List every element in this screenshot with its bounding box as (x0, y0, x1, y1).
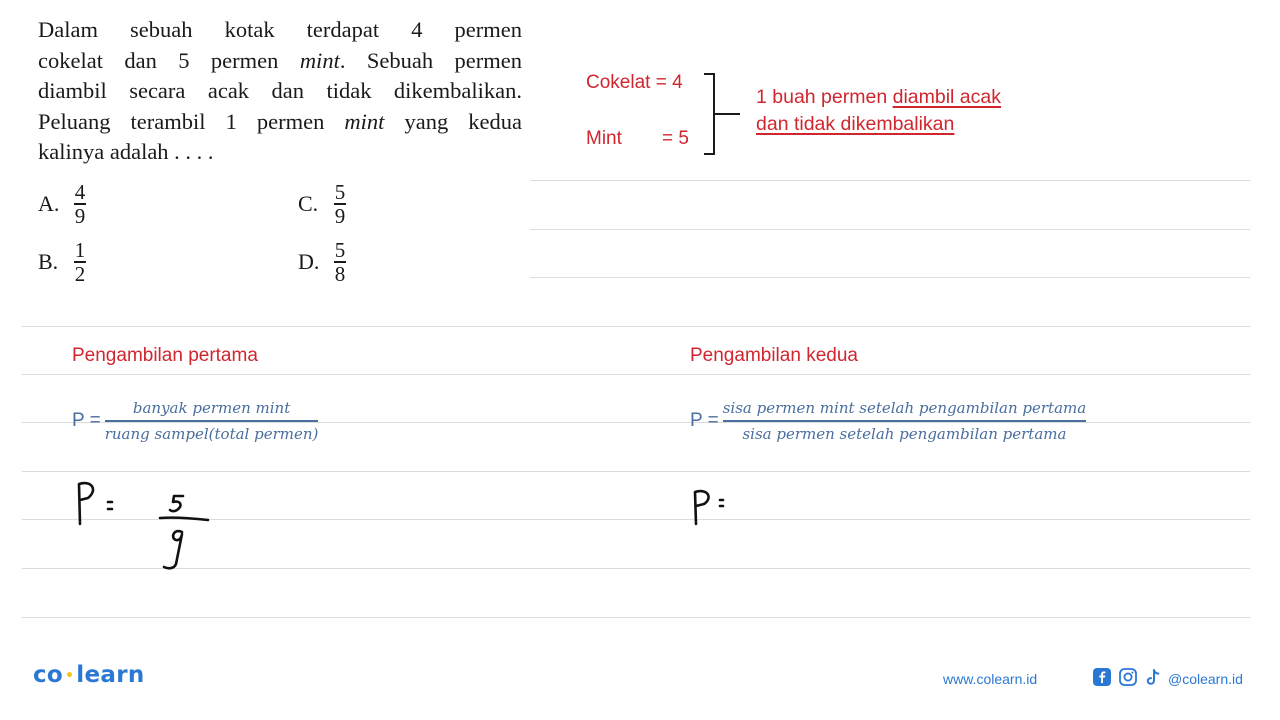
logo-text: learn (76, 662, 145, 688)
social-icons (1093, 668, 1161, 686)
fraction-denominator: 9 (74, 203, 86, 228)
question-line: cokelat dan 5 permen mint. Sebuah permen (38, 46, 522, 77)
handwritten-fraction-bar (158, 516, 210, 522)
option-c[interactable]: C. 5 9 (298, 182, 346, 226)
ruled-line (530, 180, 1250, 181)
handwritten-p (693, 489, 710, 526)
second-draw-title: Pengambilan kedua (690, 345, 858, 366)
fraction-numerator: 5 (334, 238, 346, 262)
question-line: Peluang terambil 1 permen mint yang kedu… (38, 107, 522, 138)
formula-fraction: sisa permen mint setelah pengambilan per… (722, 397, 1087, 445)
formula-bar (104, 420, 319, 422)
ruled-line (22, 471, 1250, 472)
option-fraction: 5 8 (334, 240, 346, 284)
formula-denominator: ruang sampel(total permen) (104, 424, 319, 443)
question-text: Dalam sebuah kotak terdapat 4 permen cok… (38, 15, 522, 168)
option-a[interactable]: A. 4 9 (38, 182, 86, 226)
instagram-icon[interactable] (1119, 668, 1137, 686)
fraction-denominator: 9 (334, 203, 346, 228)
facebook-icon[interactable] (1093, 668, 1111, 686)
handwritten-numerator-5 (168, 494, 185, 513)
website-link[interactable]: www.colearn.id (943, 671, 1037, 687)
fraction-denominator: 2 (74, 261, 86, 286)
question-fragment: Peluang terambil 1 permen (38, 108, 345, 134)
first-draw-title: Pengambilan pertama (72, 345, 258, 366)
option-letter: D. (298, 248, 320, 274)
handwritten-denominator-9 (162, 529, 184, 570)
ruled-line (22, 617, 1250, 618)
question-fragment: yang kedua (384, 108, 522, 134)
fraction-numerator: 5 (334, 180, 346, 204)
formula-fraction: banyak permen mint ruang sampel(total pe… (104, 397, 319, 445)
formula-p-label: P = (690, 409, 719, 431)
bracket-brace-icon (704, 73, 740, 155)
question-fragment-italic: mint (344, 108, 385, 134)
fraction-numerator: 1 (74, 238, 86, 262)
logo-text: co (33, 662, 64, 688)
formula-numerator: banyak permen mint (132, 399, 291, 417)
ruled-line (22, 326, 1250, 327)
handwritten-p (77, 481, 95, 526)
formula-numerator: sisa permen mint setelah pengambilan per… (722, 399, 1087, 417)
note-underlined: diambil acak (892, 86, 1001, 108)
ruled-line (22, 374, 1250, 375)
tiktok-icon[interactable] (1145, 668, 1161, 686)
cokelat-count: Cokelat = 4 (586, 72, 683, 93)
option-d[interactable]: D. 5 8 (298, 240, 346, 284)
ruled-line (530, 277, 1250, 278)
colearn-logo: co •learn (33, 662, 145, 688)
formula-p-label: P = (72, 409, 101, 431)
option-fraction: 4 9 (74, 182, 86, 226)
note-text: 1 buah permen (756, 86, 893, 108)
question-fragment-italic: mint (299, 47, 340, 73)
option-fraction: 1 2 (74, 240, 86, 284)
question-fragment: cokelat dan 5 permen (38, 47, 300, 73)
option-letter: B. (38, 248, 59, 274)
mint-value: = 5 (662, 128, 689, 149)
question-fragment: . Sebuah permen (339, 47, 522, 73)
logo-dot: • (65, 667, 75, 684)
fraction-denominator: 8 (334, 261, 346, 286)
draw-condition-note: 1 buah permen diambil acak dan tidak dik… (756, 84, 1001, 138)
question-line: kalinya adalah . . . . (38, 139, 214, 164)
note-underlined: dan tidak dikembalikan (756, 113, 955, 135)
handwritten-equals (718, 498, 725, 508)
second-draw-formula: P = sisa permen mint setelah pengambilan… (690, 397, 1087, 445)
option-letter: C. (298, 190, 319, 216)
first-draw-formula: P = banyak permen mint ruang sampel(tota… (72, 397, 319, 445)
option-b[interactable]: B. 1 2 (38, 240, 86, 284)
option-letter: A. (38, 190, 60, 216)
formula-denominator: sisa permen setelah pengambilan pertama (742, 424, 1067, 443)
handwritten-second-answer (693, 489, 725, 526)
social-handle[interactable]: @colearn.id (1168, 671, 1243, 687)
question-line: diambil secara acak dan tidak dikembalik… (38, 78, 522, 103)
mint-label: Mint (586, 128, 622, 149)
option-fraction: 5 9 (334, 182, 346, 226)
question-line: Dalam sebuah kotak terdapat 4 permen (38, 17, 522, 42)
fraction-numerator: 4 (74, 180, 86, 204)
handwritten-first-answer (77, 481, 210, 570)
ruled-line (530, 229, 1250, 230)
formula-bar (722, 420, 1087, 422)
handwritten-equals (106, 500, 114, 511)
